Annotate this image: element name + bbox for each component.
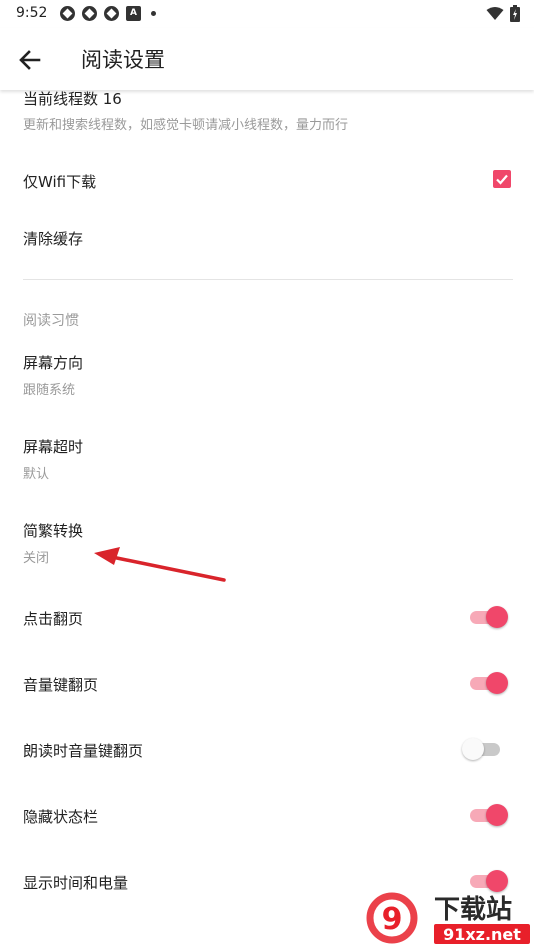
setting-clear-cache[interactable]: 清除缓存 (0, 212, 534, 266)
setting-title: 隐藏状态栏 (23, 808, 99, 826)
section-divider (23, 279, 513, 280)
svg-text:91xz.net: 91xz.net (443, 925, 521, 944)
setting-title: 屏幕方向 (23, 354, 84, 372)
notification-icons: A (60, 6, 156, 21)
app-notification-icon (60, 6, 75, 21)
read-aloud-volume-key-switch[interactable] (462, 737, 504, 761)
svg-text:下载站: 下载站 (434, 895, 512, 925)
more-notifications-dot-icon (151, 11, 156, 16)
back-button[interactable] (14, 44, 46, 76)
app-notification-icon (104, 6, 119, 21)
setting-title: 音量键翻页 (23, 676, 99, 694)
arrow-back-icon (19, 50, 41, 70)
setting-title: 朗读时音量键翻页 (23, 742, 144, 760)
a-notification-icon: A (126, 6, 141, 21)
check-icon (496, 174, 508, 185)
setting-summary: 关闭 (23, 551, 50, 566)
setting-title: 屏幕超时 (23, 438, 84, 456)
switch-thumb (486, 804, 508, 826)
status-bar: 9:52 A (0, 0, 534, 28)
setting-tap-page-turn[interactable]: 点击翻页 (0, 590, 534, 646)
setting-volume-key-page-turn[interactable]: 音量键翻页 (0, 656, 534, 712)
switch-thumb (462, 738, 484, 760)
hide-status-bar-switch[interactable] (468, 803, 508, 827)
setting-chinese-conversion[interactable]: 简繁转换 关闭 (0, 510, 534, 574)
switch-thumb (486, 672, 508, 694)
setting-title: 显示时间和电量 (23, 874, 129, 892)
volume-key-page-turn-switch[interactable] (468, 671, 508, 695)
tap-page-turn-switch[interactable] (468, 605, 508, 629)
setting-title: 清除缓存 (23, 230, 84, 248)
setting-hide-status-bar[interactable]: 隐藏状态栏 (0, 788, 534, 844)
wifi-only-checkbox[interactable] (493, 170, 511, 188)
setting-screen-timeout[interactable]: 屏幕超时 默认 (0, 426, 534, 490)
setting-title: 仅Wifi下载 (23, 173, 97, 191)
system-icons (486, 5, 520, 22)
switch-thumb (486, 606, 508, 628)
setting-thread-count[interactable]: 当前线程数 16 更新和搜索线程数，如感觉卡顿请减小线程数，量力而行 (0, 90, 534, 144)
setting-title: 当前线程数 16 (23, 90, 122, 108)
svg-text:9: 9 (382, 902, 403, 937)
setting-screen-orientation[interactable]: 屏幕方向 跟随系统 (0, 342, 534, 406)
setting-title: 点击翻页 (23, 610, 84, 628)
battery-icon (510, 5, 520, 22)
setting-title: 简繁转换 (23, 522, 84, 540)
page-title: 阅读设置 (81, 48, 165, 72)
app-notification-icon (82, 6, 97, 21)
watermark-text: 下载站 91xz.net (434, 895, 530, 944)
status-time: 9:52 (16, 5, 48, 21)
setting-wifi-only-download[interactable]: 仅Wifi下载 (0, 154, 534, 208)
app-bar: 阅读设置 (0, 28, 534, 90)
watermark-logo: 9 下载站 91xz.net (366, 892, 530, 944)
category-reading-habits: 阅读习惯 (23, 313, 79, 329)
wifi-icon (486, 7, 504, 20)
setting-summary: 更新和搜索线程数，如感觉卡顿请减小线程数，量力而行 (23, 118, 349, 133)
setting-read-aloud-volume-key[interactable]: 朗读时音量键翻页 (0, 722, 534, 778)
annotation-arrow-icon (94, 547, 226, 582)
settings-list[interactable]: 当前线程数 16 更新和搜索线程数，如感觉卡顿请减小线程数，量力而行 仅Wifi… (0, 90, 534, 950)
setting-summary: 默认 (23, 467, 50, 482)
setting-summary: 跟随系统 (23, 383, 76, 398)
